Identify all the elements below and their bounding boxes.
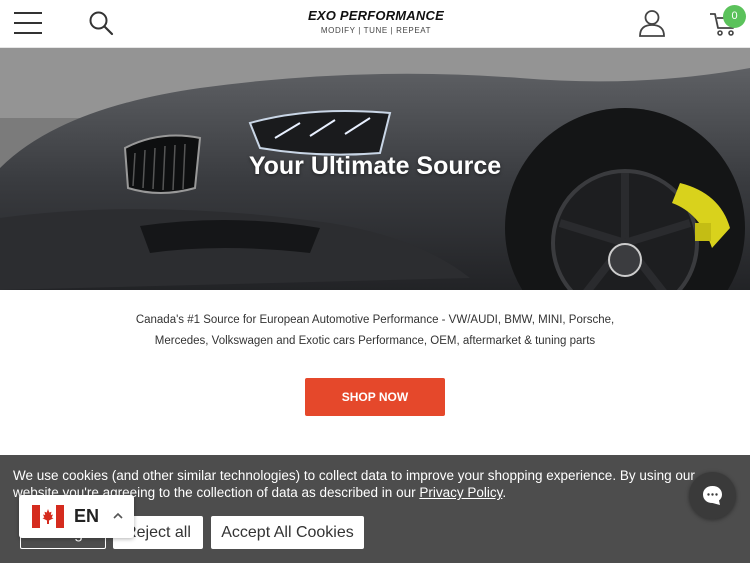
account-icon[interactable] [638, 9, 666, 37]
menu-icon[interactable] [14, 12, 42, 34]
site-logo[interactable]: EXO PERFORMANCE MODIFY | TUNE | REPEAT [300, 8, 452, 35]
chat-button[interactable] [689, 472, 736, 519]
hero-banner: Your Ultimate Source [0, 48, 750, 290]
intro-text: Canada's #1 Source for European Automoti… [135, 314, 615, 347]
language-code: EN [74, 506, 100, 526]
privacy-policy-link[interactable]: Privacy Policy [419, 485, 502, 500]
logo-tagline: MODIFY | TUNE | REPEAT [320, 26, 432, 35]
chat-icon [703, 486, 722, 505]
language-selector[interactable]: EN [19, 495, 134, 538]
site-header: EXO PERFORMANCE MODIFY | TUNE | REPEAT 0 [0, 0, 750, 48]
hero-title: Your Ultimate Source [248, 152, 502, 180]
accept-all-cookies-button[interactable]: Accept All Cookies [211, 516, 364, 549]
chevron-up-icon [113, 512, 123, 519]
shop-now-button[interactable]: SHOP NOW [305, 378, 445, 416]
cookie-message-end: . [502, 485, 507, 500]
canada-flag-icon [32, 505, 64, 528]
logo-wordmark: EXO PERFORMANCE [308, 8, 444, 23]
cart-count-badge: 0 [723, 5, 746, 28]
search-icon[interactable] [88, 10, 114, 36]
